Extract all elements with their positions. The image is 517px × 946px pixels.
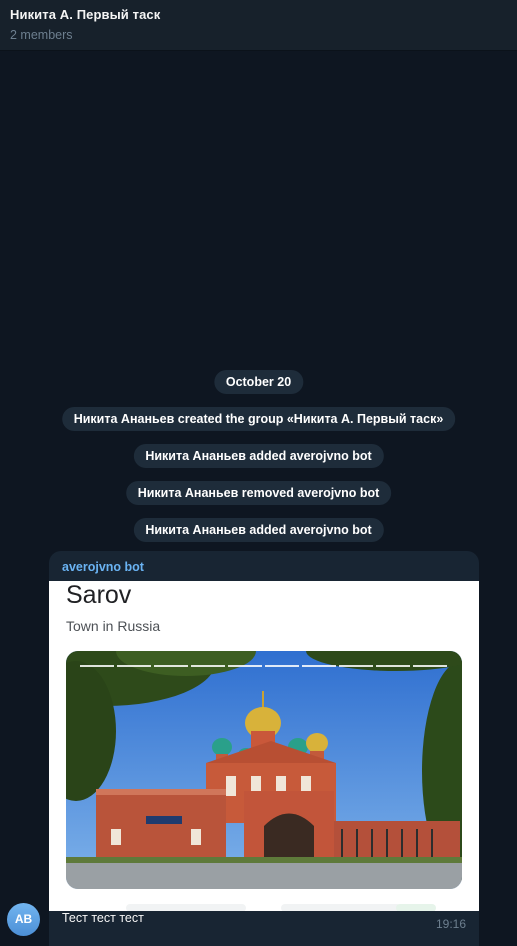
card-title: Sarov [66, 581, 132, 609]
service-message: Никита Ананьев added averojvno bot [133, 444, 384, 468]
message-text: Тест тест тест [62, 911, 144, 925]
service-message: Никита Ананьев removed averojvno bot [125, 481, 392, 505]
chat-header[interactable]: Никита А. Первый таск 2 members [0, 0, 517, 51]
card-subtitle: Town in Russia [66, 618, 161, 634]
service-message: Никита Ананьев added averojvno bot [133, 518, 384, 542]
user-avatar-icon[interactable]: AB [7, 903, 40, 936]
card-chips [66, 899, 462, 911]
service-message: Никита Ананьев created the group «Никита… [61, 407, 456, 431]
message-time: 19:16 [435, 917, 466, 931]
chat-title[interactable]: Никита А. Первый таск [10, 7, 507, 22]
members-count: 2 members [10, 28, 73, 42]
message-bubble[interactable]: averojvno bot Sarov Town in Russia [49, 551, 479, 946]
image-attachment[interactable]: Sarov Town in Russia [49, 581, 479, 911]
message-list[interactable]: October 20 Никита Ананьев created the gr… [0, 51, 517, 946]
church-photo [66, 651, 462, 889]
sender-name[interactable]: averojvno bot [62, 560, 144, 574]
date-separator: October 20 [213, 370, 304, 394]
